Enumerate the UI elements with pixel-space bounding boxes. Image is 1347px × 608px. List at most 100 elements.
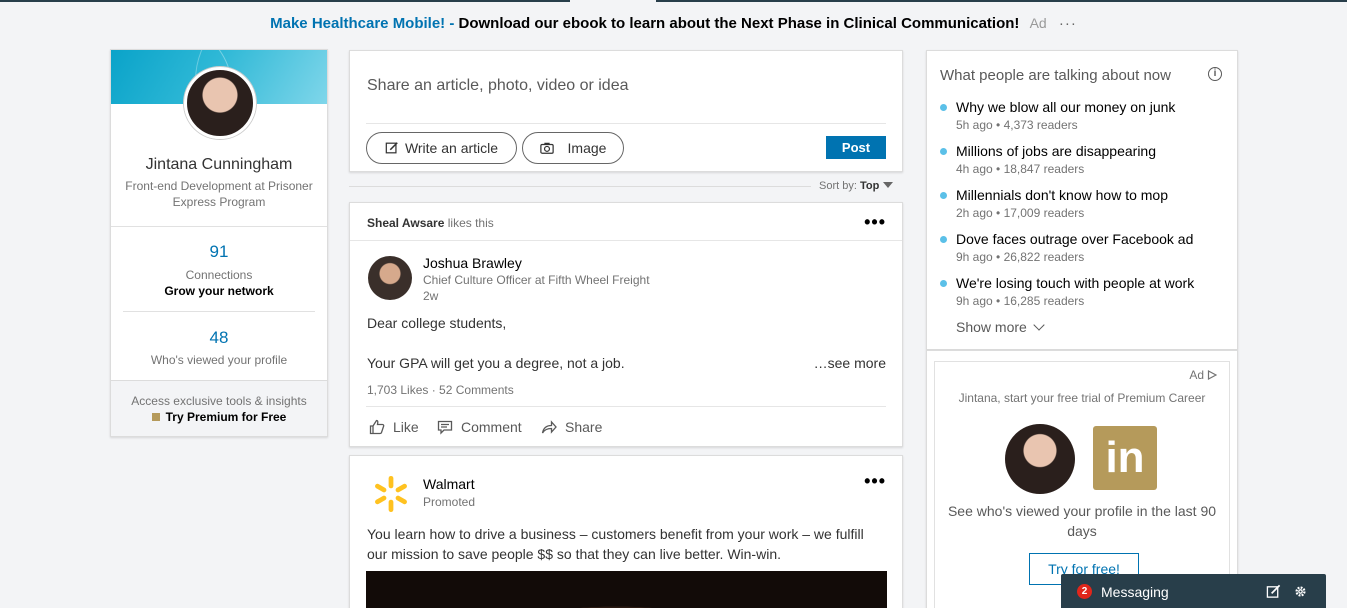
messaging-label[interactable]: Messaging (1101, 584, 1169, 600)
grow-network-link[interactable]: Grow your network (111, 284, 327, 298)
profile-divider (123, 311, 315, 312)
play-triangle-icon (1207, 370, 1218, 380)
profile-headline: Front-end Development at Prisoner Expres… (125, 179, 313, 209)
bullet-icon (940, 104, 947, 111)
caret-down-icon[interactable] (883, 182, 894, 188)
news-headline[interactable]: Dove faces outrage over Facebook ad (956, 231, 1193, 247)
author-avatar[interactable] (368, 256, 412, 300)
camera-icon (539, 142, 554, 154)
social-counts[interactable]: 1,703 Likes · 52 Comments (367, 383, 514, 397)
news-module: What people are talking about now i Why … (926, 50, 1238, 350)
profile-views-count[interactable]: 48 (111, 328, 327, 348)
unread-badge: 2 (1077, 584, 1092, 599)
share-button[interactable]: Share (541, 419, 602, 435)
profile-avatar[interactable] (184, 67, 256, 139)
premium-upsell[interactable]: Access exclusive tools & insights Try Pr… (111, 380, 327, 436)
post-time: 2w (423, 289, 439, 303)
ad-headline: Jintana, start your free trial of Premiu… (958, 391, 1206, 405)
ad-inner: Ad Jintana, start your free trial of Pre… (934, 361, 1230, 608)
share-box: Share an article, photo, video or idea W… (349, 50, 903, 172)
share-input[interactable]: Share an article, photo, video or idea (367, 77, 629, 95)
author-title: Chief Culture Officer at Fifth Wheel Fre… (423, 273, 650, 287)
ad-body: See who's viewed your profile in the las… (947, 503, 1217, 539)
image-button[interactable]: Image (522, 132, 624, 164)
post-menu-icon[interactable]: ••• (864, 213, 886, 231)
feed-post: Walmart Promoted ••• You learn how to dr… (349, 455, 903, 608)
ad-label[interactable]: Ad (1189, 368, 1218, 382)
comment-label: Comment (461, 419, 522, 435)
post-social-header: Sheal Awsare likes this (350, 203, 902, 241)
premium-icon (151, 413, 160, 421)
messaging-bar[interactable]: 2 Messaging (1061, 574, 1326, 608)
news-meta: 9h ago • 16,285 readers (956, 294, 1085, 308)
top-nav-edge (0, 0, 1347, 2)
ad-banner-text[interactable]: Download our ebook to learn about the Ne… (459, 15, 1020, 32)
connections-label[interactable]: Connections (111, 268, 327, 282)
author-name[interactable]: Joshua Brawley (423, 255, 522, 271)
share-divider (366, 123, 886, 124)
ad-banner-link[interactable]: Make Healthcare Mobile! - (270, 15, 454, 32)
bullet-icon (940, 148, 947, 155)
comment-icon (437, 420, 453, 435)
news-meta: 5h ago • 4,373 readers (956, 118, 1078, 132)
premium-ad-card: Ad Jintana, start your free trial of Pre… (926, 350, 1238, 608)
compose-icon[interactable] (1266, 584, 1281, 599)
write-article-label: Write an article (404, 140, 499, 156)
thumbs-up-icon (369, 419, 385, 435)
bullet-icon (940, 192, 947, 199)
ad-tag: Ad (1029, 15, 1047, 31)
sort-label: Sort by: (819, 180, 857, 192)
ad-user-avatar (1005, 424, 1075, 494)
try-premium-label[interactable]: Try Premium for Free (166, 410, 287, 424)
news-meta: 4h ago • 18,847 readers (956, 162, 1085, 176)
feed-post: Sheal Awsare likes this ••• Joshua Brawl… (349, 202, 903, 447)
walmart-spark-icon[interactable] (372, 475, 410, 513)
news-title: What people are talking about now (940, 67, 1171, 84)
info-icon[interactable]: i (1208, 67, 1222, 81)
write-article-button[interactable]: Write an article (366, 132, 517, 164)
top-nav-gap (570, 0, 656, 2)
sort-value[interactable]: Top (860, 180, 879, 192)
image-label: Image (567, 140, 607, 156)
sort-dropdown[interactable]: Sort by: Top (819, 180, 894, 192)
show-more-label: Show more (956, 319, 1027, 335)
news-headline[interactable]: Why we blow all our money on junk (956, 99, 1175, 115)
show-more-button[interactable]: Show more (956, 319, 1045, 335)
post-text-line: Your GPA will get you a degree, not a jo… (367, 355, 625, 371)
news-headline[interactable]: Millions of jobs are disappearing (956, 143, 1156, 159)
share-arrow-icon (541, 420, 557, 434)
news-meta: 9h ago • 26,822 readers (956, 250, 1085, 264)
sort-divider (349, 186, 811, 187)
news-meta: 2h ago • 17,009 readers (956, 206, 1085, 220)
share-label: Share (565, 419, 603, 435)
post-menu-icon[interactable]: ••• (864, 472, 886, 490)
activity-text: likes this (447, 216, 494, 230)
news-headline[interactable]: Millennials don't know how to mop (956, 187, 1168, 203)
post-image[interactable] (366, 571, 887, 608)
news-headline[interactable]: We're losing touch with people at work (956, 275, 1194, 291)
try-premium-link[interactable]: Try Premium for Free (111, 410, 327, 424)
bullet-icon (940, 280, 947, 287)
gear-icon[interactable] (1293, 584, 1308, 599)
profile-name[interactable]: Jintana Cunningham (111, 156, 327, 174)
ad-banner[interactable]: Make Healthcare Mobile! - Download our e… (0, 15, 1347, 32)
like-button[interactable]: Like (369, 419, 419, 435)
post-divider (366, 406, 886, 407)
actor-name[interactable]: Sheal Awsare (367, 216, 444, 230)
profile-divider (111, 226, 327, 227)
bullet-icon (940, 236, 947, 243)
comment-button[interactable]: Comment (437, 419, 522, 435)
promoted-label: Promoted (423, 495, 476, 509)
like-label: Like (393, 419, 419, 435)
connections-count[interactable]: 91 (111, 242, 327, 262)
chevron-down-icon (1033, 319, 1045, 331)
author-name[interactable]: Walmart (423, 476, 475, 492)
ad-menu-icon[interactable]: ··· (1059, 15, 1077, 32)
post-button[interactable]: Post (826, 136, 886, 159)
premium-text: Access exclusive tools & insights (131, 394, 307, 408)
ad-tag-text: Ad (1189, 368, 1204, 382)
linkedin-premium-logo: in (1093, 426, 1157, 490)
profile-views-label[interactable]: Who's viewed your profile (111, 353, 327, 367)
profile-card: Jintana Cunningham Front-end Development… (110, 49, 328, 437)
see-more-link[interactable]: …see more (814, 355, 886, 371)
